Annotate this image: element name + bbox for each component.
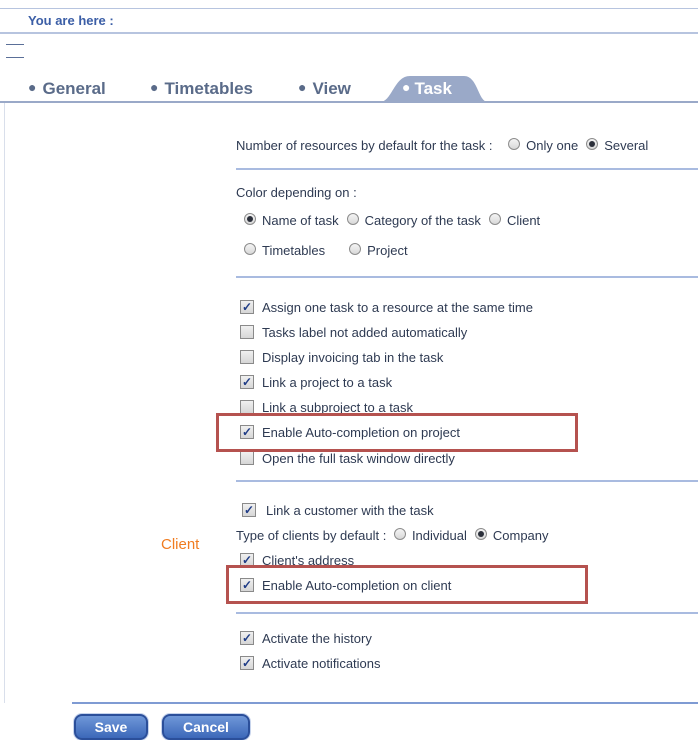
option-label: Activate the history [262, 631, 372, 646]
tab-view[interactable]: ● View [298, 79, 351, 99]
radio-label: Company [492, 528, 549, 543]
radio-icon[interactable] [244, 243, 256, 255]
radio-label: Individual [411, 528, 467, 543]
save-button[interactable]: Save [74, 714, 148, 740]
radio-icon[interactable] [586, 138, 599, 150]
bullet-icon: ● [402, 79, 411, 95]
radio-label: Client [506, 213, 541, 228]
top-rule [0, 8, 698, 9]
tab-timetables[interactable]: ● Timetables [150, 79, 253, 99]
radio-timetables[interactable]: Timetables [242, 242, 325, 260]
checkbox-unchecked[interactable] [240, 350, 254, 364]
radio-name-of-task[interactable]: Name of task [242, 212, 339, 230]
tab-label: Timetables [164, 79, 253, 98]
client-type-row: Type of clients by default : Individual C… [236, 527, 555, 545]
radio-icon[interactable] [474, 528, 487, 540]
option-activate-notifications[interactable]: ✓ Activate notifications [236, 655, 381, 673]
breadcrumb-label: You are here : [28, 13, 114, 28]
radio-icon[interactable] [508, 138, 521, 150]
bullet-icon: ● [298, 79, 307, 95]
checkbox-checked[interactable]: ✓ [240, 656, 254, 670]
highlight-box-client [226, 565, 588, 604]
radio-category-of-task[interactable]: Category of the task [345, 212, 481, 230]
resources-row: Number of resources by default for the t… [236, 137, 654, 155]
tab-label: Task [414, 79, 452, 98]
option-full-task-window[interactable]: Open the full task window directly [236, 450, 455, 468]
option-label: Assign one task to a resource at the sam… [262, 300, 533, 315]
radio-icon[interactable] [349, 243, 362, 255]
option-assign-one-task[interactable]: ✓ Assign one task to a resource at the sa… [236, 299, 533, 317]
separator [236, 168, 698, 170]
cancel-button[interactable]: Cancel [162, 714, 250, 740]
radio-label: Project [367, 243, 408, 258]
checkbox-checked[interactable]: ✓ [240, 300, 254, 314]
color-options-row2: Timetables Project [242, 242, 414, 260]
tab-label: View [312, 79, 351, 98]
checkbox-checked[interactable]: ✓ [242, 503, 256, 517]
option-label: Open the full task window directly [262, 451, 455, 466]
separator [236, 480, 698, 482]
option-activate-history[interactable]: ✓ Activate the history [236, 630, 372, 648]
checkbox-checked[interactable]: ✓ [240, 631, 254, 645]
radio-label: Category of the task [364, 213, 481, 228]
tab-general[interactable]: ● General [28, 79, 106, 99]
radio-client[interactable]: Client [487, 212, 540, 230]
separator [236, 276, 698, 278]
color-label: Color depending on : [236, 185, 357, 200]
radio-several[interactable]: Several [584, 137, 648, 155]
client-type-label: Type of clients by default : [236, 528, 387, 543]
option-link-customer[interactable]: ✓ Link a customer with the task [236, 502, 434, 520]
highlight-box-project [216, 413, 578, 452]
color-options-row1: Name of task Category of the task Client [242, 212, 546, 230]
bullet-icon: ● [28, 79, 37, 95]
tab-underline [0, 101, 698, 103]
menu-icon[interactable] [6, 44, 24, 58]
radio-icon[interactable] [393, 528, 406, 540]
option-label: Display invoicing tab in the task [262, 350, 444, 365]
radio-label: Timetables [262, 243, 326, 258]
radio-company[interactable]: Company [473, 527, 549, 545]
checkbox-unchecked[interactable] [240, 325, 254, 339]
radio-individual[interactable]: Individual [392, 527, 467, 545]
option-tasks-label[interactable]: Tasks label not added automatically [236, 324, 467, 342]
option-label: Link a customer with the task [266, 503, 434, 518]
tab-task[interactable]: ● Task [402, 79, 452, 99]
bullet-icon: ● [150, 79, 159, 95]
radio-icon[interactable] [346, 213, 359, 225]
option-label: Link a project to a task [262, 375, 393, 390]
radio-label: Several [604, 138, 649, 153]
radio-label: Name of task [262, 213, 339, 228]
radio-icon[interactable] [244, 213, 256, 225]
radio-icon[interactable] [488, 213, 501, 225]
panel-left-border [4, 103, 5, 703]
checkbox-unchecked[interactable] [240, 400, 254, 414]
separator [236, 612, 698, 614]
checkbox-checked[interactable]: ✓ [240, 375, 254, 389]
radio-project[interactable]: Project [347, 242, 408, 260]
tab-label: General [42, 79, 106, 98]
option-label: Activate notifications [262, 656, 381, 671]
option-link-project[interactable]: ✓ Link a project to a task [236, 374, 392, 392]
radio-label: Only one [526, 138, 579, 153]
resources-label: Number of resources by default for the t… [236, 138, 493, 153]
radio-only-one[interactable]: Only one [506, 137, 578, 155]
client-section-label: Client [161, 536, 200, 553]
option-label: Tasks label not added automatically [262, 325, 468, 340]
footer-separator [72, 702, 698, 704]
option-invoicing-tab[interactable]: Display invoicing tab in the task [236, 349, 443, 367]
checkbox-unchecked[interactable] [240, 451, 254, 465]
